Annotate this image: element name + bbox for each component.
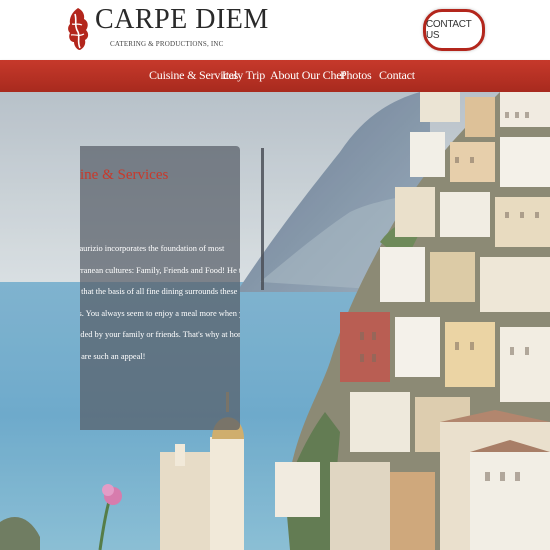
card-text-line: es that the basis of all fine dining sur… [80, 287, 238, 296]
card-body: Maurizio incorporates the foundation of … [80, 238, 240, 367]
nav-item-contact[interactable]: Contact [379, 68, 415, 83]
nav-item-about-our-chef[interactable]: About Our Chef [270, 68, 345, 83]
cuisine-services-card: isine & Services Maurizio incorporates t… [80, 146, 240, 430]
logo-emblem-icon[interactable] [66, 6, 90, 52]
logo-subtitle: CATERING & PRODUCTIONS, INC [110, 40, 224, 48]
site-header: CARPE DIEM CATERING & PRODUCTIONS, INC C… [0, 0, 550, 60]
card-divider [261, 148, 264, 290]
card-text-line: es are such an appeal! [80, 351, 146, 361]
logo-title[interactable]: CARPE DIEM [95, 5, 269, 35]
card-text-line: Maurizio incorporates the foundation of … [80, 244, 225, 253]
card-text-line: ms. You always seem to enjoy a meal more… [80, 308, 240, 318]
main-nav: Cuisine & Services Italy Trip About Our … [0, 60, 550, 92]
card-text-line: unded by your family or friends. That's … [80, 330, 240, 339]
nav-item-photos[interactable]: Photos [340, 68, 372, 83]
contact-us-button[interactable]: CONTACT US [423, 9, 485, 51]
nav-item-italy-trip[interactable]: Italy Trip [222, 68, 265, 83]
card-text-line: terranean cultures: Family, Friends and … [80, 265, 240, 275]
card-title: isine & Services [80, 167, 169, 183]
